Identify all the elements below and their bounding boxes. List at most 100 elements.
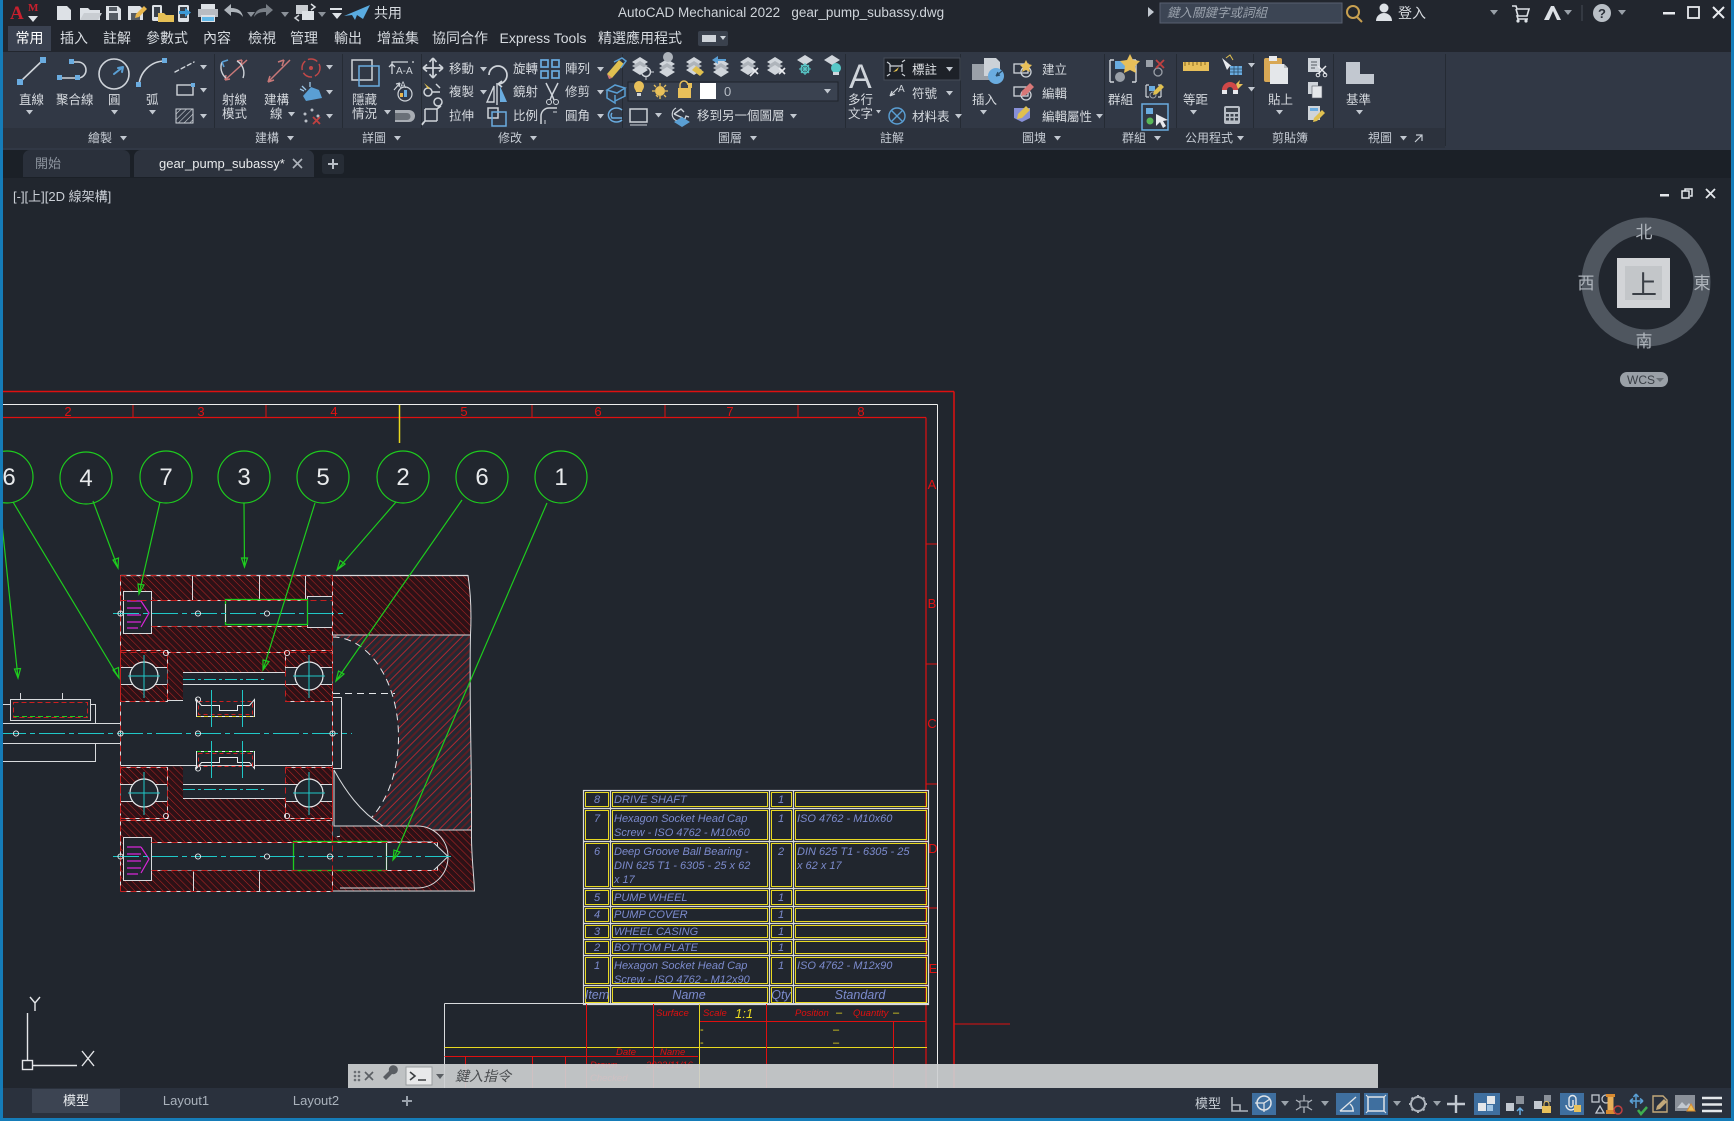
svg-text:1: 1 (778, 942, 784, 954)
svg-text:DIN 625 T1 - 6305 - 25: DIN 625 T1 - 6305 - 25 (797, 846, 910, 858)
svg-text:文字: 文字 (848, 106, 873, 121)
svg-text:-: - (700, 1037, 704, 1049)
svg-text:4: 4 (330, 404, 337, 419)
svg-text:西: 西 (1578, 274, 1595, 293)
svg-text:公用程式: 公用程式 (1185, 130, 1233, 145)
svg-text:PUMP WHEEL: PUMP WHEEL (614, 892, 688, 904)
svg-text:Scale: Scale (703, 1008, 727, 1019)
svg-text:3: 3 (594, 926, 601, 938)
svg-text:Standard: Standard (835, 988, 887, 1002)
svg-text:圓角: 圓角 (565, 109, 590, 123)
svg-text:比例: 比例 (513, 109, 538, 123)
svg-text:線: 線 (270, 106, 283, 121)
svg-text:移到另一個圖層: 移到另一個圖層 (697, 109, 785, 123)
svg-text:模式: 模式 (222, 107, 248, 121)
svg-text:1:1: 1:1 (735, 1006, 753, 1021)
svg-text:建構: 建構 (264, 93, 290, 107)
svg-text:編輯屬性: 編輯屬性 (1042, 109, 1092, 124)
svg-text:群組: 群組 (1122, 131, 1146, 145)
svg-text:WCS: WCS (1627, 373, 1655, 387)
svg-text:1: 1 (778, 794, 784, 806)
svg-text:情況: 情況 (352, 106, 378, 121)
svg-text:北: 北 (1636, 223, 1653, 242)
svg-text:隱藏: 隱藏 (352, 93, 378, 107)
svg-text:複製: 複製 (449, 84, 474, 99)
svg-text:8: 8 (857, 404, 864, 419)
svg-text:Screw - ISO 4762 - M12x90: Screw - ISO 4762 - M12x90 (614, 974, 751, 986)
svg-text:–: – (833, 1037, 840, 1049)
svg-text:Screw - ISO 4762 - M10x60: Screw - ISO 4762 - M10x60 (614, 827, 751, 839)
svg-text:2: 2 (396, 464, 409, 491)
svg-text:建立: 建立 (1042, 62, 1067, 77)
svg-text:Hexagon Socket Head Cap: Hexagon Socket Head Cap (614, 813, 747, 825)
svg-text:陣列: 陣列 (565, 62, 590, 76)
svg-text:1: 1 (778, 960, 784, 972)
svg-text:2: 2 (777, 846, 784, 858)
svg-text:修改: 修改 (498, 130, 522, 145)
svg-text:弧: 弧 (146, 93, 159, 107)
svg-text:3: 3 (237, 464, 250, 491)
svg-text:1: 1 (778, 909, 784, 921)
svg-text:1: 1 (778, 813, 784, 825)
svg-text:ISO 4762 - M12x90: ISO 4762 - M12x90 (797, 960, 893, 972)
svg-text:圖塊: 圖塊 (1022, 130, 1046, 145)
svg-text:圖層: 圖層 (718, 131, 742, 145)
svg-text:8: 8 (594, 794, 601, 806)
svg-text:射線: 射線 (222, 92, 248, 107)
svg-text:7: 7 (159, 464, 172, 491)
svg-text:A-A: A-A (396, 66, 413, 77)
svg-text:1: 1 (778, 926, 784, 938)
svg-text:剪貼簿: 剪貼簿 (1272, 130, 1308, 145)
svg-text:圓: 圓 (108, 93, 121, 107)
svg-text:D: D (928, 841, 937, 856)
svg-text:東: 東 (1694, 274, 1711, 293)
svg-text:A: A (898, 84, 905, 95)
svg-text:Name: Name (672, 988, 705, 1002)
svg-text:鍵入關鍵字或詞組: 鍵入關鍵字或詞組 (1167, 6, 1269, 20)
svg-text:5: 5 (460, 404, 467, 419)
svg-text:WHEEL CASING: WHEEL CASING (614, 926, 699, 938)
svg-text:5: 5 (594, 892, 601, 904)
svg-text:–: – (893, 1007, 900, 1019)
svg-text:x 17: x 17 (613, 874, 636, 886)
svg-text:7: 7 (726, 404, 733, 419)
svg-text:6: 6 (475, 464, 488, 491)
svg-text:6: 6 (594, 846, 601, 858)
svg-text:6: 6 (2, 464, 15, 491)
svg-text:–: – (833, 1024, 840, 1036)
svg-text:材料表: 材料表 (912, 110, 950, 124)
svg-text:2: 2 (64, 404, 71, 419)
svg-text:登入: 登入 (1398, 5, 1426, 21)
svg-text:4: 4 (79, 465, 92, 492)
svg-text:旋轉: 旋轉 (513, 62, 539, 76)
svg-text:編輯: 編輯 (1042, 86, 1068, 101)
svg-text:x 62 x 17: x 62 x 17 (796, 860, 843, 872)
svg-text:Name: Name (660, 1047, 685, 1058)
svg-text:DIN 625 T1 - 6305 - 25 x 62: DIN 625 T1 - 6305 - 25 x 62 (614, 860, 750, 872)
svg-text:鏡射: 鏡射 (513, 84, 538, 99)
svg-text:註解: 註解 (880, 131, 904, 145)
svg-text:DRIVE SHAFT: DRIVE SHAFT (614, 794, 688, 806)
svg-text:Surface: Surface (656, 1008, 689, 1019)
svg-text:共用: 共用 (374, 5, 402, 21)
svg-text:南: 南 (1636, 332, 1653, 351)
svg-text:標註: 標註 (912, 63, 937, 77)
svg-text:2: 2 (593, 942, 600, 954)
svg-text:等距: 等距 (1183, 92, 1208, 107)
svg-text:Date: Date (616, 1047, 636, 1058)
svg-text:E: E (929, 961, 938, 976)
svg-text:1: 1 (554, 464, 567, 491)
svg-text:BOTTOM PLATE: BOTTOM PLATE (614, 942, 699, 954)
svg-text:直線: 直線 (19, 92, 45, 107)
svg-text:Quantity: Quantity (853, 1008, 890, 1019)
svg-text:3: 3 (197, 404, 204, 419)
svg-text:ISO 4762 - M10x60: ISO 4762 - M10x60 (797, 813, 893, 825)
svg-text:C: C (927, 716, 936, 731)
svg-text:貼上: 貼上 (1268, 92, 1293, 107)
svg-text:群組: 群組 (1108, 93, 1133, 107)
svg-text:A: A (928, 477, 937, 492)
svg-text:插入: 插入 (972, 93, 998, 107)
svg-text:拉伸: 拉伸 (449, 108, 474, 123)
svg-text:詳圖: 詳圖 (362, 130, 386, 145)
svg-text:0: 0 (724, 84, 731, 99)
